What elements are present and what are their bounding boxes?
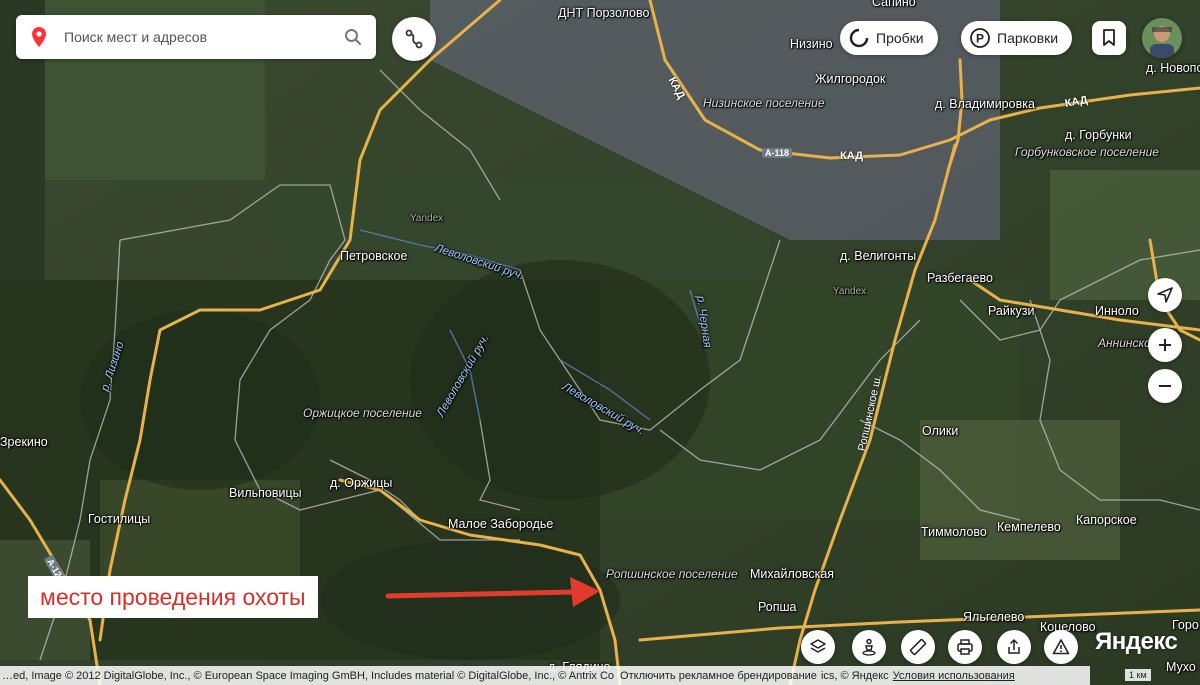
place-veligonty[interactable]: д. Велигонты xyxy=(840,249,916,263)
traffic-icon xyxy=(849,28,869,48)
bookmark-icon xyxy=(1103,29,1115,46)
road-shield-a118: А-118 xyxy=(762,148,793,158)
traffic-button[interactable]: Пробки xyxy=(840,21,938,55)
place-kempelevo[interactable]: Кемпелево xyxy=(997,520,1061,534)
place-nizino[interactable]: Низино xyxy=(790,37,833,51)
place-orzhitsy[interactable]: д. Оржицы xyxy=(330,476,392,490)
place-vladimirovka[interactable]: д. Владимировка xyxy=(935,97,1035,111)
search-input[interactable] xyxy=(62,28,344,46)
place-novopolye[interactable]: д. Новопо xyxy=(1146,61,1200,75)
geolocation-arrow-icon xyxy=(1157,287,1173,303)
copyright-text: …ed, Image © 2012 DigitalGlobe, Inc., © … xyxy=(2,669,615,682)
ruler-button[interactable] xyxy=(901,630,935,664)
warning-icon xyxy=(1052,639,1070,655)
area-orzhitskoe: Оржицкое поселение xyxy=(303,406,422,420)
parking-icon: P xyxy=(970,28,990,48)
user-avatar[interactable] xyxy=(1142,18,1182,58)
report-button[interactable] xyxy=(1044,630,1078,664)
place-gostilitsy[interactable]: Гостилицы xyxy=(88,512,150,526)
place-timmolovo[interactable]: Тиммолово xyxy=(921,525,987,539)
print-button[interactable] xyxy=(948,630,982,664)
place-mikhaylovskaya[interactable]: Михайловская xyxy=(750,567,834,581)
place-zrekino[interactable]: Зрекино xyxy=(0,435,48,449)
search-icon[interactable] xyxy=(344,28,362,46)
parking-button[interactable]: P Парковки xyxy=(961,21,1073,55)
area-ropshinskoe: Ропшинское поселение xyxy=(606,567,738,581)
place-dnt-porzolovo[interactable]: ДНТ Порзолово xyxy=(558,6,649,20)
printer-icon xyxy=(957,639,973,655)
layers-button[interactable] xyxy=(801,630,835,664)
place-yalgelevo[interactable]: Яльгелево xyxy=(963,610,1024,624)
layers-icon xyxy=(810,639,826,653)
place-vilpovitsy[interactable]: Вильповицы xyxy=(229,486,302,500)
minus-icon xyxy=(1159,385,1171,387)
place-gorbunki[interactable]: д. Горбунки xyxy=(1065,128,1132,142)
place-zhilgorodok[interactable]: Жилгородок xyxy=(815,72,885,86)
route-button[interactable] xyxy=(392,17,436,61)
attribution-bar: …ed, Image © 2012 DigitalGlobe, Inc., © … xyxy=(0,666,1090,685)
panorama-button[interactable] xyxy=(852,630,886,664)
scale-label: 1 км xyxy=(1125,669,1151,681)
share-button[interactable] xyxy=(997,630,1031,664)
place-ropsha[interactable]: Ропша xyxy=(758,600,797,614)
area-gorbunkovskoe: Горбунковское поселение xyxy=(1015,145,1159,159)
ruler-icon xyxy=(909,638,927,656)
area-nizinskoe: Низинское поселение xyxy=(703,96,825,110)
plus-icon xyxy=(1159,339,1171,351)
place-mukho[interactable]: Мухо xyxy=(1166,660,1196,674)
place-innolovo[interactable]: Инноло xyxy=(1095,304,1139,318)
geolocation-button[interactable] xyxy=(1148,278,1182,312)
parking-label: Парковки xyxy=(997,30,1059,46)
traffic-label: Пробки xyxy=(876,30,924,46)
yandex-logo: Яндекс xyxy=(1095,628,1178,655)
avatar-image xyxy=(1142,18,1182,58)
place-petrovskoe[interactable]: Петровское xyxy=(340,249,407,263)
disable-ad-branding-link[interactable]: Отключить рекламное брендирование xyxy=(620,670,817,682)
terms-of-use-link[interactable]: Условия использования xyxy=(893,670,1015,682)
bookmarks-button[interactable] xyxy=(1092,21,1126,55)
place-raykuzi[interactable]: Райкузи xyxy=(988,304,1034,318)
map-watermark: Yandex xyxy=(410,213,444,224)
svg-text:P: P xyxy=(976,32,984,46)
route-icon xyxy=(405,29,423,49)
location-pin-icon xyxy=(32,27,46,47)
place-oliki[interactable]: Олики xyxy=(922,424,958,438)
road-kad: КАД xyxy=(840,150,863,162)
hunting-location-annotation: место проведения охоты xyxy=(28,576,318,618)
person-panorama-icon xyxy=(862,638,876,656)
zoom-in-button[interactable] xyxy=(1148,328,1182,362)
place-maloe-zaborodye[interactable]: Малое Забородье xyxy=(448,517,553,531)
search-bar[interactable] xyxy=(16,15,376,59)
copyright-tail: ics, © Яндекс xyxy=(820,669,889,682)
annotation-text: место проведения охоты xyxy=(40,583,306,610)
zoom-out-button[interactable] xyxy=(1148,369,1182,403)
map-watermark: Yandex xyxy=(833,286,867,297)
place-sapino[interactable]: Сапино xyxy=(872,0,916,9)
place-razbegaevo[interactable]: Разбегаево xyxy=(927,271,993,285)
place-kaporskoe[interactable]: Капорское xyxy=(1076,513,1137,527)
share-icon xyxy=(1008,638,1020,654)
